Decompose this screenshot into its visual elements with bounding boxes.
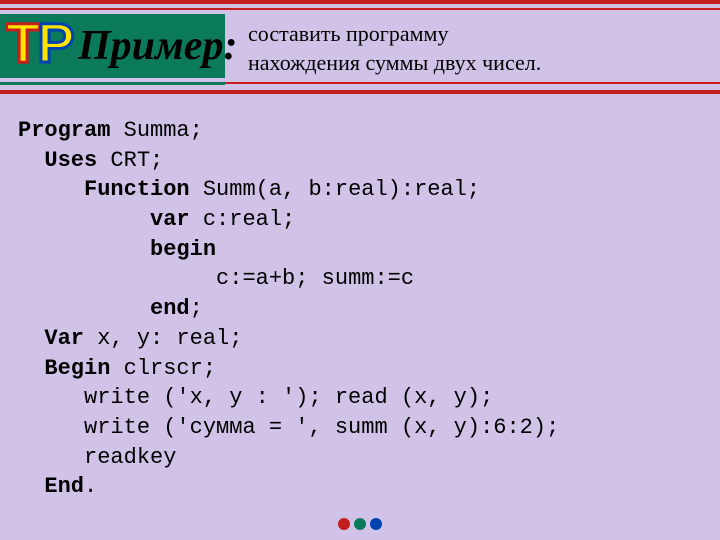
code-text: write ('x, y : '); read (x, y);: [84, 385, 493, 410]
keyword-begin-outer: Begin: [44, 356, 110, 381]
keyword-uses: Uses: [44, 148, 97, 173]
keyword-var-outer: Var: [44, 326, 84, 351]
dot-green: [354, 518, 366, 530]
code-text: .: [84, 474, 97, 499]
red-stripe-thin: [0, 8, 720, 10]
code-text: write ('сумма = ', summ (x, y):6:2);: [84, 415, 559, 440]
keyword-begin: begin: [150, 237, 216, 262]
red-stripe-top: [0, 0, 720, 4]
green-stripe-thin: [0, 82, 225, 85]
subtitle-line-2: нахождения суммы двух чисел.: [248, 50, 541, 75]
code-text: Summ(a, b:real):real;: [190, 177, 480, 202]
red-stripe-bottom: [0, 90, 720, 94]
keyword-function: Function: [84, 177, 190, 202]
logo-letter-t: T: [6, 11, 37, 74]
keyword-program: Program: [18, 118, 110, 143]
code-text: c:=a+b; summ:=c: [216, 266, 414, 291]
slide-header: TP Пример: составить программу нахождени…: [0, 0, 720, 98]
tp-logo: TP: [6, 10, 72, 75]
dot-blue: [370, 518, 382, 530]
slide-subtitle: составить программу нахождения суммы дву…: [248, 20, 541, 77]
code-text: readkey: [84, 445, 176, 470]
code-text: clrscr;: [110, 356, 216, 381]
code-text: c:real;: [190, 207, 296, 232]
code-text: ;: [190, 296, 203, 321]
red-stripe-right: [225, 82, 720, 84]
dot-red: [338, 518, 350, 530]
code-text: x, y: real;: [84, 326, 242, 351]
keyword-end-outer: End: [44, 474, 84, 499]
code-listing: Program Summa; Uses CRT; Function Summ(a…: [0, 98, 720, 502]
keyword-var: var: [150, 207, 190, 232]
slide-title: Пример:: [78, 22, 237, 70]
logo-letter-p: P: [37, 11, 71, 74]
subtitle-line-1: составить программу: [248, 21, 448, 46]
code-text: CRT;: [97, 148, 163, 173]
slide-dots: [338, 518, 382, 530]
keyword-end: end: [150, 296, 190, 321]
code-text: Summa;: [110, 118, 202, 143]
